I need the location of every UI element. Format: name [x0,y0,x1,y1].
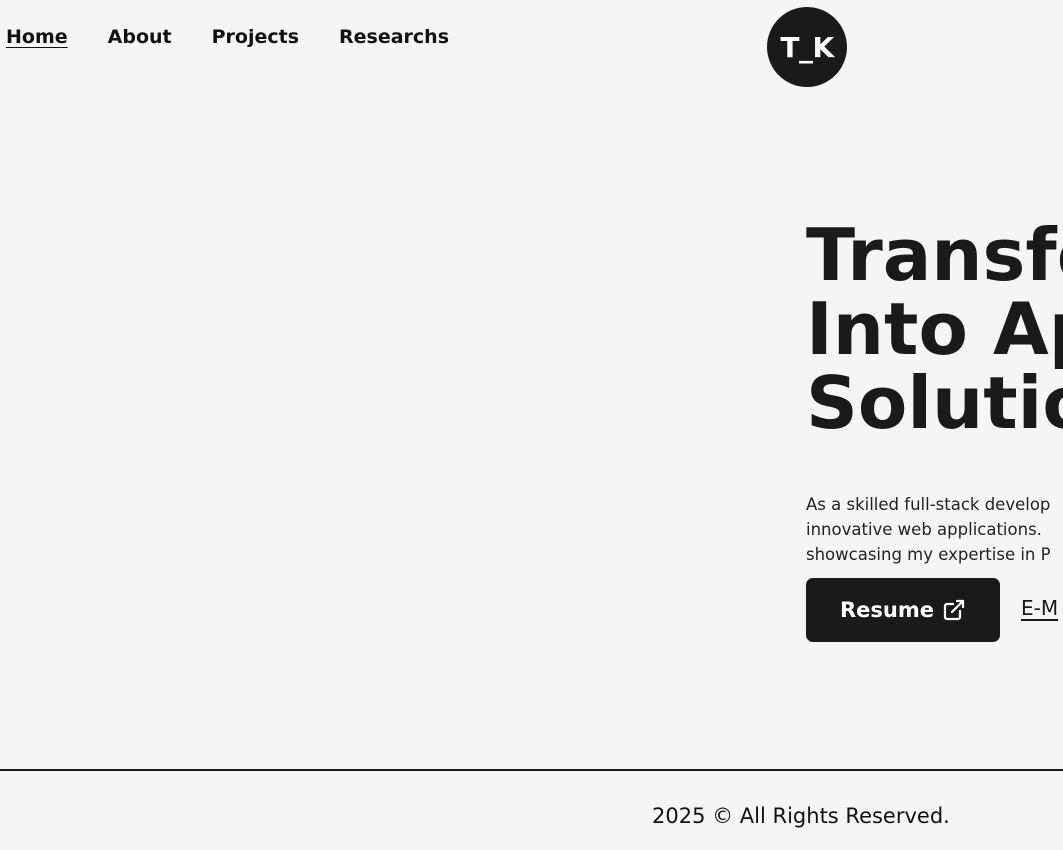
hero-intro: As a skilled full-stack develop innovati… [806,492,1063,567]
hero-headline: Transfo Into Ap Solutio [806,218,1063,440]
headline-line: Into Ap [806,287,1063,371]
main-nav: Home About Projects Researchs [6,26,449,48]
footer-divider [0,769,1063,771]
headline-line: Solutio [806,361,1063,445]
site-logo[interactable]: T_K [767,7,847,87]
intro-line: As a skilled full-stack develop [806,494,1051,514]
logo-text: T_K [780,30,834,64]
resume-button-label: Resume [840,598,934,622]
nav-link-researchs[interactable]: Researchs [339,26,449,48]
intro-line: showcasing my expertise in P [806,544,1051,564]
email-link[interactable]: E-M [1021,596,1058,620]
page: Home About Projects Researchs T_K VENOM … [0,0,1063,850]
nav-link-home[interactable]: Home [6,26,68,48]
nav-link-about[interactable]: About [108,26,172,48]
footer-copyright: 2025 © All Rights Reserved. [652,804,950,828]
nav-link-projects[interactable]: Projects [212,26,299,48]
external-link-icon [943,599,965,621]
hero-portrait-image: VENOM [40,90,620,760]
headline-line: Transfo [806,213,1063,297]
intro-line: innovative web applications. [806,519,1042,539]
shirt-text: VENOM [323,590,333,618]
resume-button[interactable]: Resume [806,578,1000,642]
